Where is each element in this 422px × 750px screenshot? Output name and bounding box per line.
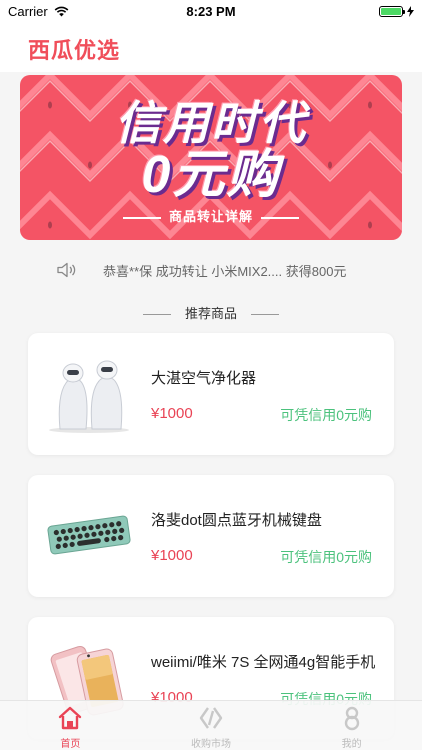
product-credit-tag: 可凭信用0元购 (280, 407, 372, 423)
tab-profile-label: 我的 (341, 739, 362, 750)
product-name: weiimi/唯米 7S 全网通4g智能手机 (151, 654, 376, 671)
profile-icon (344, 706, 359, 731)
banner-subtitle: 商品转让详解 (20, 206, 402, 225)
notice-bar: 恭喜**保 成功转让 小米MIX2.... 获得800元 (0, 254, 422, 286)
section-title: 推荐商品 (0, 303, 422, 322)
product-card[interactable]: 洛斐dot圆点蓝牙机械键盘 ¥1000 可凭信用0元购 (28, 475, 394, 597)
product-card[interactable]: 大湛空气净化器 ¥1000 可凭信用0元购 (28, 333, 394, 455)
tab-market[interactable]: 收购市场 (141, 701, 282, 750)
air-purifier-icon (49, 360, 129, 433)
tab-home[interactable]: 首页 (0, 701, 141, 750)
speaker-icon (57, 262, 76, 278)
tab-profile[interactable]: 我的 (281, 701, 422, 750)
product-name: 大湛空气净化器 (151, 370, 257, 387)
status-time: 8:23 PM (186, 3, 236, 19)
promo-banner[interactable]: 信用时代 0元购 商品转让详解 (20, 75, 402, 240)
keyboard-icon (47, 515, 131, 555)
banner-headline-line1: 信用时代 (115, 97, 307, 149)
banner-headline: 信用时代 0元购 (20, 97, 402, 201)
product-name: 洛斐dot圆点蓝牙机械键盘 (151, 512, 322, 529)
section-title-text: 推荐商品 (184, 306, 237, 321)
product-price: ¥1000 (151, 547, 193, 564)
status-bar: Carrier 8:23 PM (0, 0, 422, 22)
market-icon (199, 707, 223, 729)
app-header: 西瓜优选 (0, 22, 422, 72)
tab-bar: 首页 收购市场 我的 (0, 700, 422, 750)
banner-headline-line2: 0元购 (141, 146, 281, 204)
notice-text: 恭喜**保 成功转让 小米MIX2.... 获得800元 (103, 263, 347, 279)
tab-home-label: 首页 (60, 739, 81, 750)
app-title: 西瓜优选 (28, 38, 121, 63)
product-credit-tag: 可凭信用0元购 (280, 549, 372, 565)
home-icon (59, 706, 82, 730)
product-price: ¥1000 (151, 405, 193, 422)
tab-market-label: 收购市场 (191, 739, 231, 750)
battery-icon (379, 5, 405, 17)
